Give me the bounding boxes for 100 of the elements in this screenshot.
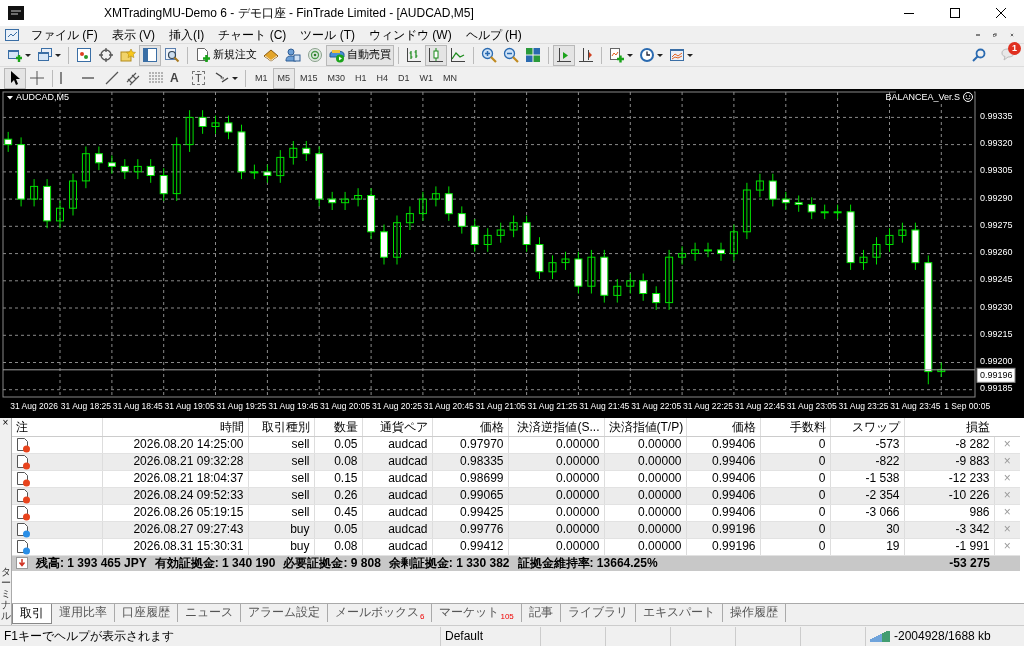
candle — [133, 158, 142, 180]
terminal-tab[interactable]: 操作履歴 — [722, 604, 786, 622]
candle — [781, 191, 790, 211]
terminal-tab[interactable]: 取引 — [12, 604, 52, 624]
candle — [94, 146, 103, 171]
new-order-button[interactable]: 新規注文 — [192, 44, 260, 66]
timeframe-button[interactable]: M5 — [272, 67, 296, 89]
table-cell: 0.00000 — [638, 505, 682, 520]
terminal-tab[interactable]: 記事 — [521, 604, 561, 622]
close-panel-button[interactable]: × — [0, 418, 12, 428]
candle — [159, 167, 168, 202]
table-cell: 0.45 — [334, 505, 358, 520]
candle — [522, 215, 531, 253]
signal-icon — [307, 47, 323, 63]
menu-item[interactable]: ヘルプ (H) — [458, 26, 529, 43]
table-cell: 0.05 — [334, 437, 358, 452]
menu-item[interactable]: 表示 (V) — [104, 26, 162, 43]
label-tool-button[interactable]: T — [189, 67, 211, 89]
terminal-tab[interactable]: メールボックス$_{6}$ — [328, 604, 433, 622]
time-label: 31 Aug 19:45 — [268, 401, 319, 411]
terminal-tab[interactable]: 口座履歴 — [115, 604, 178, 622]
timeframe-button[interactable]: MN — [438, 67, 463, 89]
trend-line-icon — [104, 70, 120, 86]
status-text: F1キーでヘルプが表示されます — [4, 628, 174, 643]
menu-item[interactable]: ツール (T) — [293, 26, 362, 43]
terminal-tab[interactable]: ニュース — [178, 604, 241, 622]
candle — [4, 131, 13, 153]
candle — [665, 249, 674, 311]
table-cell: -1 538 — [865, 471, 900, 486]
autotrade-button[interactable]: 自動売買 — [326, 44, 394, 66]
menu-item[interactable]: ファイル (F) — [24, 26, 105, 43]
candle — [704, 242, 712, 258]
price-label: 0.99230 — [980, 301, 1013, 312]
column-header: スワップ — [851, 419, 900, 434]
terminal-button[interactable] — [139, 44, 161, 66]
menu-item[interactable]: ウィンドウ (W) — [362, 26, 459, 43]
terminal-tab[interactable]: マーケット$_{105}$ — [432, 604, 522, 622]
timeframe-button[interactable]: W1 — [414, 67, 439, 89]
time-label: 1 Sep 00:05 — [944, 401, 991, 411]
candle — [742, 182, 751, 240]
candle — [30, 178, 39, 207]
candle — [198, 109, 207, 135]
table-cell: sell — [291, 505, 310, 520]
minimize-icon — [904, 12, 914, 14]
timeframe-button[interactable]: H4 — [371, 67, 394, 89]
terminal-tab[interactable]: ライブラリ — [560, 604, 636, 622]
cursor-button[interactable] — [4, 67, 26, 89]
table-cell: 0.00000 — [556, 454, 600, 469]
table-cell: 0.08 — [334, 454, 358, 469]
candlestick-icon — [428, 47, 444, 63]
table-cell: 0.08 — [334, 539, 358, 554]
candle — [600, 249, 609, 304]
table-cell: 0.00000 — [556, 488, 600, 503]
table-cell: -822 — [875, 454, 900, 469]
table-cell: 0.99196 — [712, 522, 756, 537]
crosshair-icon — [98, 47, 114, 63]
terminal-tab[interactable]: 運用比率 — [52, 604, 115, 622]
table-cell: -10 226 — [948, 488, 990, 503]
time-label: 31 Aug 20:45 — [423, 401, 474, 411]
table-cell: 0.97970 — [460, 437, 504, 452]
timeframe-button[interactable]: M30 — [322, 67, 351, 89]
table-cell: 0.05 — [334, 522, 358, 537]
table-cell: 0 — [818, 471, 826, 486]
table-cell: 0 — [818, 454, 826, 469]
timeframe-button[interactable]: H1 — [350, 67, 372, 89]
candle — [276, 149, 285, 184]
timeframe-button[interactable]: D1 — [393, 67, 415, 89]
candle — [509, 215, 518, 238]
table-cell: 0.26 — [334, 488, 358, 503]
maximize-icon — [947, 5, 963, 21]
candle — [405, 205, 414, 231]
close-icon — [993, 5, 1009, 21]
menu-item[interactable]: 挿入(I) — [162, 26, 212, 43]
order-document-icon — [16, 436, 31, 453]
clock-icon — [639, 47, 655, 63]
price-label: 0.99320 — [980, 138, 1013, 149]
timeframe-button[interactable]: M1 — [250, 67, 273, 89]
table-cell: 0.00000 — [556, 522, 600, 537]
autoscroll-button[interactable] — [553, 44, 575, 66]
account-summary-item: 必要証拠金: 9 808 — [283, 556, 381, 571]
menu-item[interactable]: チャート (C) — [211, 26, 294, 43]
traffic-text: -2004928/1688 kb — [894, 628, 991, 644]
terminal-tab[interactable]: アラーム設定 — [241, 604, 328, 622]
table-cell: -3 066 — [865, 505, 900, 520]
price-label: 0.99185 — [980, 383, 1013, 394]
candle-chart-button[interactable] — [425, 44, 447, 66]
table-cell: buy — [290, 522, 310, 537]
terminal-tab[interactable]: エキスパート — [635, 604, 723, 622]
text-tool-button[interactable]: A — [167, 67, 189, 89]
table-cell: 2026.08.20 14:25:00 — [133, 437, 244, 452]
candle — [496, 222, 505, 244]
order-document-icon — [16, 521, 31, 538]
candle — [69, 173, 77, 216]
candle — [898, 222, 907, 244]
candle — [172, 136, 181, 202]
profile-name: Default — [445, 628, 484, 644]
timeframe-button[interactable]: M15 — [295, 67, 323, 89]
bar-chart-icon — [406, 47, 422, 63]
candle — [56, 200, 64, 229]
candle — [107, 155, 116, 175]
